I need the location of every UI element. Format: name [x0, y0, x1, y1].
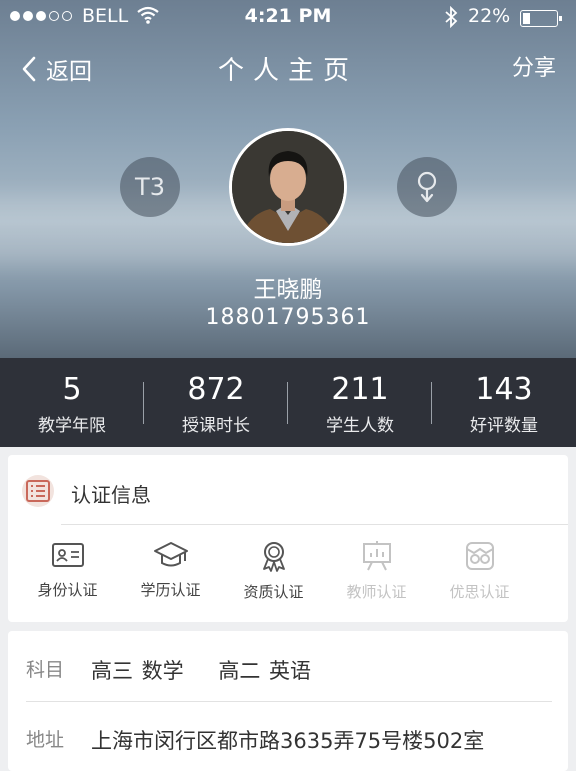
- certification-title: 认证信息: [71, 483, 151, 507]
- row-divider: [26, 701, 552, 702]
- cert-youthink[interactable]: 优思认证: [428, 540, 531, 602]
- subject-label: 科目: [26, 659, 65, 681]
- stat-label: 教学年限: [38, 416, 106, 436]
- stats-bar: 5 教学年限 872 授课时长 211 学生人数 143 好评数量: [0, 358, 576, 447]
- level-badge: T3: [120, 157, 180, 217]
- header-divider: [61, 524, 568, 525]
- cert-identity[interactable]: 身份认证: [16, 540, 119, 602]
- cert-label: 资质认证: [243, 583, 304, 601]
- cert-qualification[interactable]: 资质认证: [222, 540, 325, 602]
- battery-icon: [520, 10, 562, 27]
- stat-label: 好评数量: [470, 416, 538, 436]
- page-title: 个人主页: [217, 56, 358, 86]
- status-bar: BELL 4:21 PM 22%: [0, 0, 576, 36]
- cert-label: 身份认证: [37, 581, 98, 599]
- certification-card: 认证信息 身份认证 学历认证 资质认证 教师认证 优思认证: [8, 455, 568, 622]
- avatar[interactable]: [229, 128, 347, 246]
- cert-label: 教师认证: [346, 583, 407, 601]
- cert-label: 学历认证: [140, 581, 201, 599]
- address-label: 地址: [26, 729, 65, 751]
- navigation-bar: 返回 个人主页 分享: [0, 40, 576, 90]
- graduation-cap-icon: [119, 540, 222, 570]
- id-card-icon: [16, 540, 119, 570]
- stat-label: 学生人数: [326, 416, 394, 436]
- certification-list: 身份认证 学历认证 资质认证 教师认证 优思认证: [8, 540, 568, 602]
- address-value: 上海市闵行区都市路3635弄75号楼502室: [91, 729, 485, 753]
- bluetooth-icon: [444, 5, 458, 33]
- female-icon: [397, 157, 457, 217]
- stat-value: 143: [475, 372, 533, 407]
- profile-header: BELL 4:21 PM 22% 返回 个人主页 分享 T3 王晓鹏 18801…: [0, 0, 576, 358]
- stat-value: 211: [331, 372, 389, 407]
- subject-value: 高三 数学 高二 英语: [91, 659, 312, 683]
- award-medal-icon: [222, 540, 325, 572]
- stat-teaching-hours: 872 授课时长: [144, 358, 288, 447]
- details-card: 科目 高三 数学 高二 英语 地址 上海市闵行区都市路3635弄75号楼502室: [8, 631, 568, 771]
- teacher-board-icon: [325, 540, 428, 572]
- owl-icon: [428, 540, 531, 572]
- user-phone: 18801795361: [205, 305, 371, 330]
- share-button[interactable]: 分享: [512, 50, 556, 82]
- certification-header: 认证信息: [8, 455, 568, 525]
- stat-label: 授课时长: [182, 416, 250, 436]
- stat-value: 872: [187, 372, 245, 407]
- cert-label: 优思认证: [449, 583, 510, 601]
- list-icon: [22, 475, 54, 507]
- stat-value: 5: [62, 372, 82, 407]
- stat-positive-reviews: 143 好评数量: [432, 358, 576, 447]
- stat-student-count: 211 学生人数: [288, 358, 432, 447]
- stat-teaching-years: 5 教学年限: [0, 358, 144, 447]
- cert-education[interactable]: 学历认证: [119, 540, 222, 602]
- user-name: 王晓鹏: [253, 277, 323, 303]
- cert-teacher[interactable]: 教师认证: [325, 540, 428, 602]
- battery-percent: 22%: [468, 5, 511, 27]
